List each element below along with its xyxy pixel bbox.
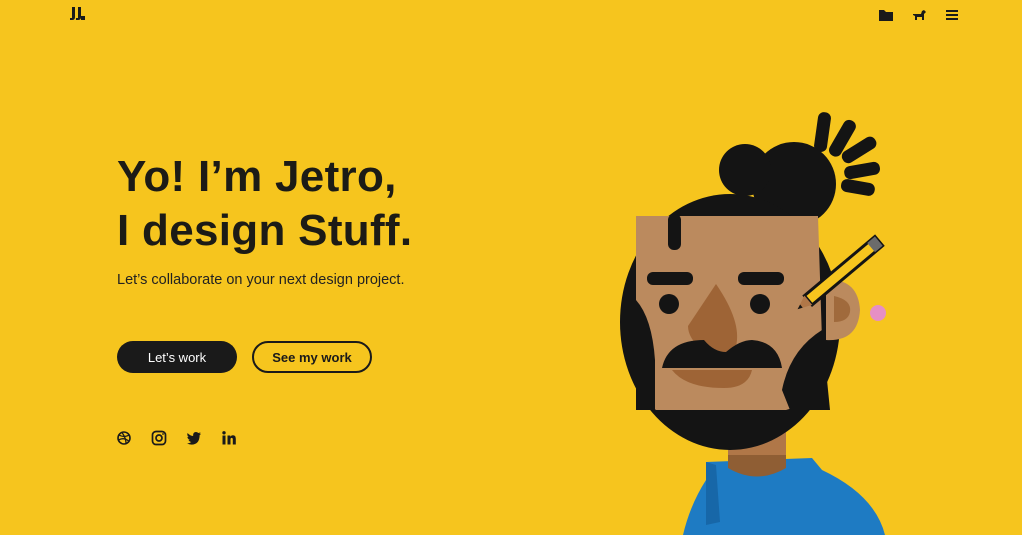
dog-icon[interactable] (911, 8, 927, 22)
lets-work-button[interactable]: Let’s work (117, 341, 237, 373)
hero-title-line-1: Yo! I’m Jetro, (117, 152, 397, 201)
menu-icon[interactable] (944, 8, 960, 22)
social-links (116, 430, 237, 446)
hero-title: Yo! I’m Jetro, I design Stuff. (117, 150, 537, 258)
linkedin-icon[interactable] (221, 430, 237, 446)
twitter-icon[interactable] (186, 430, 202, 446)
jj-logo-icon[interactable] (69, 7, 85, 21)
see-my-work-button[interactable]: See my work (252, 341, 372, 373)
hero-subtitle: Let’s collaborate on your next design pr… (117, 272, 405, 288)
top-nav (878, 8, 960, 22)
avatar-illustration (620, 112, 886, 535)
hero-title-line-2: I design Stuff. (117, 206, 413, 255)
folder-icon[interactable] (878, 8, 894, 22)
dribbble-icon[interactable] (116, 430, 132, 446)
instagram-icon[interactable] (151, 430, 167, 446)
hero-section: Yo! I’m Jetro, I design Stuff. Let’s col… (117, 150, 537, 288)
